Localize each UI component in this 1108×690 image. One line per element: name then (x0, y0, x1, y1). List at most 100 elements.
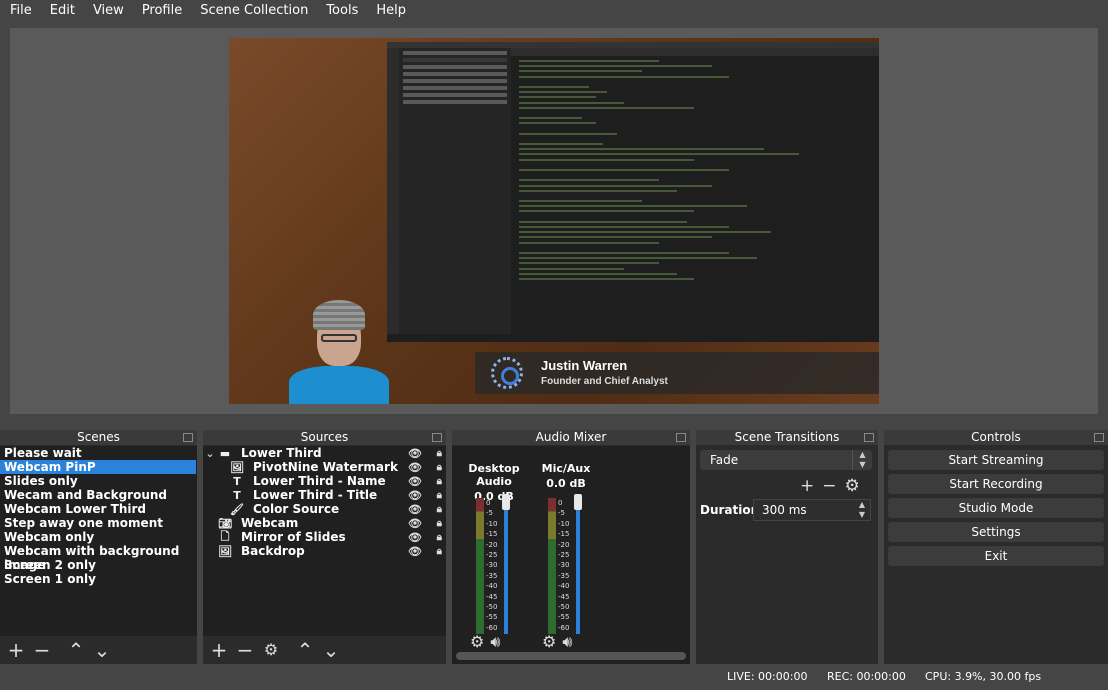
menu-view[interactable]: View (83, 3, 132, 18)
remove-scene-button[interactable]: − (32, 640, 52, 660)
channel-settings-gear-icon[interactable]: ⚙ (470, 632, 484, 652)
duration-spinbox[interactable]: 300 ms ▲ ▼ (753, 499, 871, 521)
studio-mode-button[interactable]: Studio Mode (888, 498, 1104, 518)
visibility-eye-icon[interactable]: 👁︎ (408, 489, 422, 502)
meter-tick-label: -55 (558, 613, 570, 622)
meter-tick-label: -45 (486, 592, 498, 601)
visibility-eye-icon[interactable]: 👁︎ (408, 503, 422, 516)
lock-icon[interactable]: 🔒︎ (437, 490, 442, 501)
remove-source-button[interactable]: − (235, 640, 255, 660)
scene-item[interactable]: Webcam Lower Third (0, 502, 197, 516)
visibility-eye-icon[interactable]: 👁︎ (408, 545, 422, 558)
volume-slider-handle[interactable] (574, 494, 582, 510)
lock-icon[interactable]: 🔒︎ (437, 546, 442, 557)
meter-tick-label: -35 (558, 571, 570, 580)
channel-name: Mic/Aux (541, 462, 591, 475)
float-dock-icon[interactable] (432, 433, 442, 442)
webcam-feed (289, 300, 389, 404)
scene-item[interactable]: Webcam PinP (0, 460, 196, 474)
menu-edit[interactable]: Edit (40, 3, 83, 18)
meter-tick-label: -25 (486, 551, 498, 560)
meter-tick-label: -10 (486, 519, 498, 528)
source-item[interactable]: 📷︎ Webcam 👁︎ 🔒︎ (203, 516, 446, 530)
source-properties-gear-icon[interactable]: ⚙ (261, 640, 281, 660)
lock-icon[interactable]: 🔒︎ (437, 532, 442, 543)
add-scene-button[interactable]: + (6, 640, 26, 660)
float-dock-icon[interactable] (183, 433, 193, 442)
lower-third-name: Justin Warren (541, 358, 628, 373)
start-streaming-button[interactable]: Start Streaming (888, 450, 1104, 470)
menu-help[interactable]: Help (366, 3, 414, 18)
scene-item[interactable]: Screen 1 only (0, 572, 197, 586)
volume-slider[interactable] (576, 498, 580, 634)
speaker-mute-icon[interactable]: 🔊︎ (490, 632, 500, 652)
scene-item[interactable]: Slides only (0, 474, 197, 488)
lock-icon[interactable]: 🔒︎ (437, 476, 442, 487)
remove-transition-button[interactable]: − (822, 476, 836, 496)
menu-profile[interactable]: Profile (132, 3, 190, 18)
transition-select[interactable]: Fade ▲ ▼ (700, 450, 872, 470)
channel-name: Desktop Audio (468, 462, 520, 488)
scene-item[interactable]: Wecam and Background (0, 488, 197, 502)
add-transition-button[interactable]: + (800, 476, 814, 496)
visibility-eye-icon[interactable]: 👁︎ (408, 447, 422, 460)
scene-transitions-dock: Scene Transitions Fade ▲ ▼ + − ⚙ Duration… (696, 430, 878, 664)
menu-file[interactable]: File (0, 3, 40, 18)
speaker-mute-icon[interactable]: 🔊︎ (562, 632, 572, 652)
status-bar: LIVE: 00:00:00 REC: 00:00:00 CPU: 3.9%, … (0, 664, 1108, 690)
scene-item[interactable]: Screen 2 only (0, 558, 197, 572)
meter-tick-label: -30 (558, 561, 570, 570)
visibility-eye-icon[interactable]: 👁︎ (408, 531, 422, 544)
float-dock-icon[interactable] (864, 433, 874, 442)
start-recording-button[interactable]: Start Recording (888, 474, 1104, 494)
menu-tools[interactable]: Tools (316, 3, 366, 18)
lock-icon[interactable]: 🔒︎ (437, 462, 442, 473)
move-scene-down-button[interactable]: ⌄ (92, 640, 112, 660)
lock-icon[interactable]: 🔒︎ (437, 448, 442, 459)
source-item[interactable]: 🖼︎ PivotNine Watermark 👁︎ 🔒︎ (203, 460, 446, 474)
move-source-down-button[interactable]: ⌄ (321, 640, 341, 660)
volume-slider[interactable] (504, 498, 508, 634)
audio-mixer-dock: Audio Mixer Desktop Audio 0.0 dB 0 -5 -10-… (452, 430, 690, 664)
volume-meter (476, 498, 484, 634)
float-dock-icon[interactable] (676, 433, 686, 442)
source-item[interactable]: T Lower Third - Title 👁︎ 🔒︎ (203, 488, 446, 502)
channel-settings-gear-icon[interactable]: ⚙ (542, 632, 556, 652)
source-item[interactable]: ⌄ ▬ Lower Third 👁︎ 🔒︎ (203, 446, 446, 460)
meter-tick-label: -20 (486, 540, 498, 549)
source-item[interactable]: 🖼︎ Backdrop 👁︎ 🔒︎ (203, 544, 446, 558)
visibility-eye-icon[interactable]: 👁︎ (408, 517, 422, 530)
exit-button[interactable]: Exit (888, 546, 1104, 566)
scene-item[interactable]: Webcam with background image (0, 544, 197, 572)
controls-title: Controls (971, 430, 1021, 444)
transition-properties-gear-icon[interactable]: ⚙ (845, 476, 860, 496)
source-item[interactable]: 🗋 Mirror of Slides 👁︎ 🔒︎ (203, 530, 446, 545)
lock-icon[interactable]: 🔒︎ (437, 518, 442, 529)
scene-item[interactable]: Please wait (0, 446, 197, 460)
source-item[interactable]: T Lower Third - Name 👁︎ 🔒︎ (203, 474, 446, 488)
scene-item[interactable]: Webcam only (0, 530, 197, 544)
lower-third: Justin Warren Founder and Chief Analyst (475, 352, 879, 394)
desktop-audio-channel: Desktop Audio 0.0 dB 0 -5 -10 -15 -20 -25 -30-… (454, 462, 534, 652)
move-source-up-button[interactable]: ⌃ (295, 640, 315, 660)
visibility-eye-icon[interactable]: 👁︎ (408, 475, 422, 488)
source-label: Lower Third (241, 446, 322, 460)
mixer-horizontal-scrollbar[interactable] (456, 652, 686, 660)
scene-item[interactable]: Step away one moment (0, 516, 197, 530)
visibility-eye-icon[interactable]: 👁︎ (408, 461, 422, 474)
float-dock-icon[interactable] (1094, 433, 1104, 442)
cpu-fps-readout: CPU: 3.9%, 30.00 fps (925, 670, 1042, 683)
move-scene-up-button[interactable]: ⌃ (66, 640, 86, 660)
mic-aux-channel: Mic/Aux 0.0 dB 0 -5 -10 -15 -20 -25 -30 -35 -40-… (526, 462, 606, 652)
spin-arrows-icon[interactable]: ▲ ▼ (854, 500, 870, 520)
meter-tick-label: -40 (558, 582, 570, 591)
updown-arrows-icon: ▲ ▼ (852, 450, 872, 470)
settings-button[interactable]: Settings (888, 522, 1104, 542)
group-expand-chevron-icon[interactable]: ⌄ (203, 447, 217, 460)
lock-icon[interactable]: 🔒︎ (437, 504, 442, 515)
add-source-button[interactable]: + (209, 640, 229, 660)
volume-slider-handle[interactable] (502, 494, 510, 510)
source-item[interactable]: 🖌︎ Color Source 👁︎ 🔒︎ (203, 502, 446, 516)
preview-canvas[interactable]: Justin Warren Founder and Chief Analyst (229, 38, 879, 404)
menu-scene-collection[interactable]: Scene Collection (190, 3, 316, 18)
